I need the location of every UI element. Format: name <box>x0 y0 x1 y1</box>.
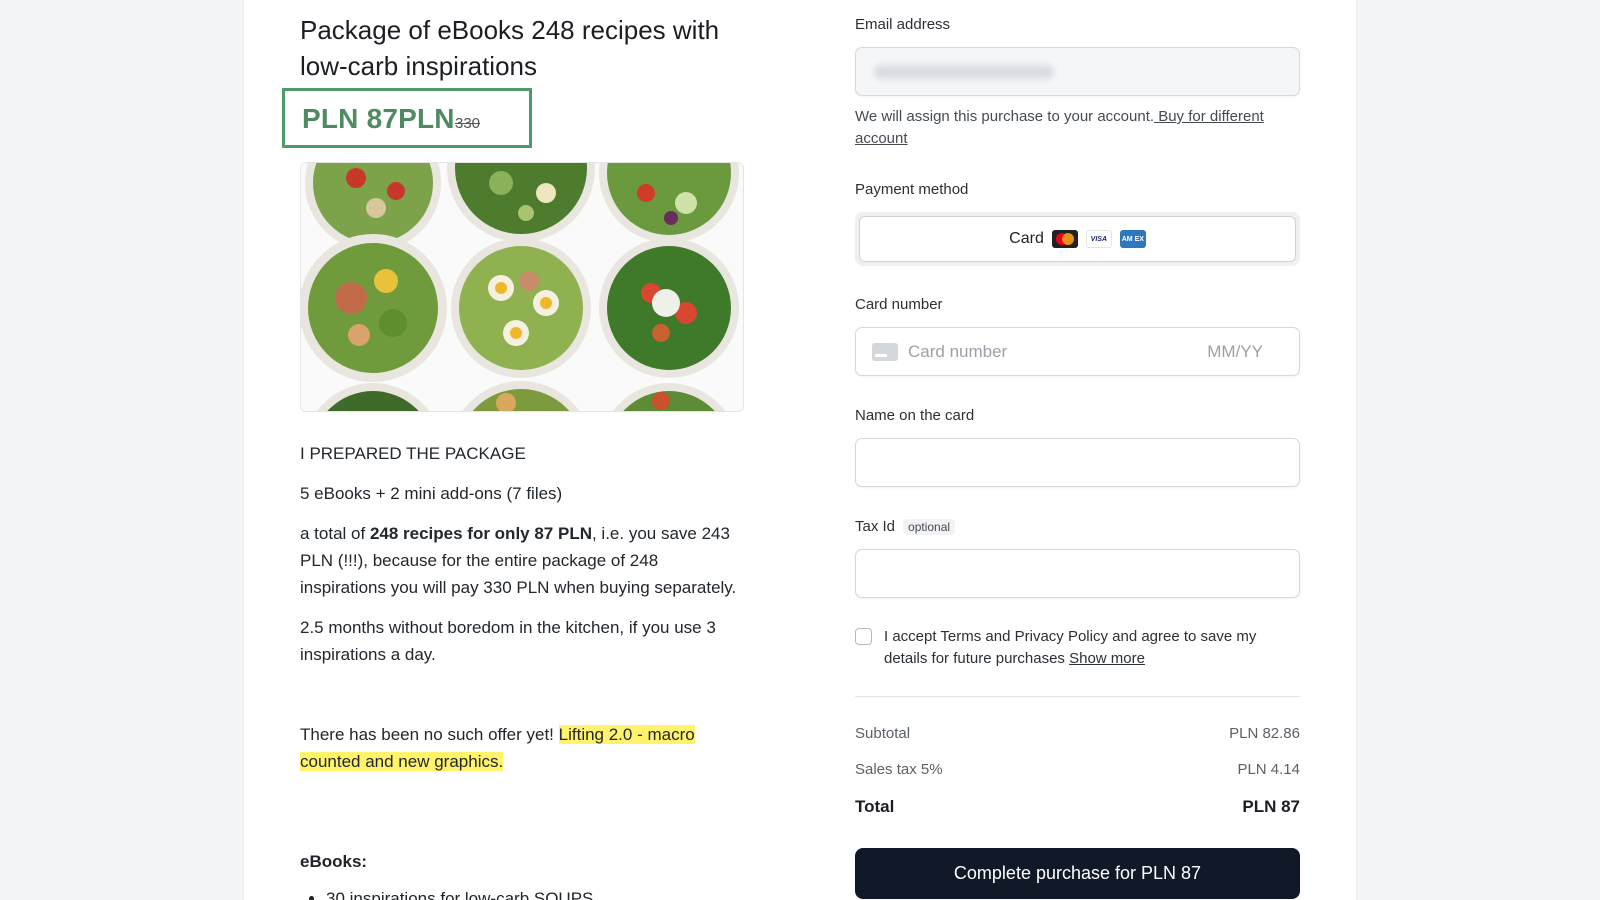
card-number-label: Card number <box>855 296 943 313</box>
description-line: There has been no such offer yet! Liftin… <box>300 721 744 775</box>
sales-tax-value: PLN 4.14 <box>1237 761 1300 778</box>
subtotal-row: Subtotal PLN 82.86 <box>855 725 1300 742</box>
summary-divider <box>855 696 1300 697</box>
total-label: Total <box>855 797 895 816</box>
price-highlight-box: PLN 87PLN 330 <box>282 88 532 148</box>
total-value: PLN 87 <box>1242 797 1300 816</box>
tax-id-field[interactable] <box>855 549 1300 598</box>
amex-icon: AM EX <box>1119 230 1146 248</box>
card-number-field[interactable]: Card number MM/YY <box>855 327 1300 376</box>
payment-method-label: Payment method <box>855 181 969 198</box>
description-line: I PREPARED THE PACKAGE <box>300 444 526 463</box>
email-label: Email address <box>855 16 951 33</box>
sales-tax-row: Sales tax 5% PLN 4.14 <box>855 761 1300 778</box>
email-hint-text: We will assign this purchase to your acc… <box>855 108 1155 125</box>
payment-tab-label: Card <box>1009 230 1044 247</box>
checkout-page: Package of eBooks 248 recipes with low-c… <box>244 0 1356 900</box>
expiry-placeholder[interactable]: MM/YY <box>1207 342 1263 362</box>
email-value-blurred <box>874 65 1054 79</box>
product-old-price: 330 <box>455 115 481 132</box>
description-line: a total of 248 recipes for only 87 PLN, … <box>300 520 744 601</box>
tax-id-label-text: Tax Id <box>855 518 896 535</box>
email-hint: We will assign this purchase to your acc… <box>855 106 1300 150</box>
total-row: Total PLN 87 <box>855 797 1300 817</box>
tax-id-label: Tax Id optional <box>855 518 956 535</box>
card-number-placeholder: Card number <box>908 341 1008 361</box>
complete-purchase-button[interactable]: Complete purchase for PLN 87 <box>855 848 1300 899</box>
name-on-card-field[interactable] <box>855 438 1300 487</box>
product-title: Package of eBooks 248 recipes with low-c… <box>300 15 720 81</box>
salad-bowls-illustration <box>301 163 743 411</box>
name-on-card-label: Name on the card <box>855 407 975 424</box>
payment-method-selector: Card VISA AM EX <box>855 212 1300 266</box>
subtotal-label: Subtotal <box>855 725 911 742</box>
list-item: 30 inspirations for low-carb SOUPS <box>326 888 744 900</box>
email-field[interactable] <box>855 47 1300 96</box>
mastercard-icon <box>1051 230 1078 248</box>
optional-badge: optional <box>903 519 956 535</box>
visa-icon: VISA <box>1085 230 1112 248</box>
description-bold: 248 recipes for only 87 PLN <box>369 524 592 543</box>
description-line: 5 eBooks + 2 mini add-ons (7 files) <box>300 484 563 503</box>
ebooks-heading: eBooks: <box>300 852 368 871</box>
credit-card-icon <box>872 342 898 361</box>
subtotal-value: PLN 82.86 <box>1229 725 1300 742</box>
terms-consent: I accept Terms and Privacy Policy and ag… <box>855 626 1300 670</box>
product-image <box>300 162 744 412</box>
description-text: There has been no such offer yet! <box>300 725 559 744</box>
payment-tab-card[interactable]: Card VISA AM EX <box>859 216 1296 262</box>
description-line: 2.5 months without boredom in the kitche… <box>300 618 716 664</box>
product-price: PLN 87PLN <box>302 103 455 134</box>
terms-checkbox[interactable] <box>855 628 872 645</box>
sales-tax-label: Sales tax 5% <box>855 761 943 778</box>
description-text: a total of <box>300 524 370 543</box>
show-more-link[interactable]: Show more <box>1069 650 1145 667</box>
product-description: I PREPARED THE PACKAGE 5 eBooks + 2 mini… <box>300 440 744 788</box>
terms-text: I accept Terms and Privacy Policy and ag… <box>884 626 1300 670</box>
ebook-list: 30 inspirations for low-carb SOUPS <box>300 888 744 900</box>
